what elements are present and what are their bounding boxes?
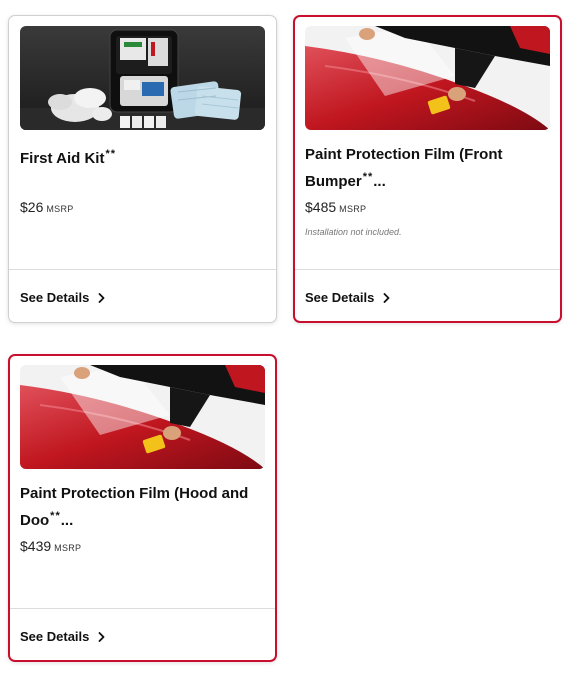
product-title-text: Paint Protection Film (Front xyxy=(305,146,503,163)
product-price: $439 MSRP xyxy=(20,538,81,554)
price-value: $485 xyxy=(305,199,337,215)
see-details-link[interactable]: See Details xyxy=(305,290,390,305)
product-image[interactable] xyxy=(305,26,550,130)
disclaimer-marks: ** xyxy=(362,171,374,183)
price-unit: MSRP xyxy=(46,204,74,214)
product-price: $485 MSRP xyxy=(305,199,366,215)
product-card-first-aid-kit[interactable]: First Aid Kit** $26 MSRP See Details xyxy=(8,15,277,323)
chevron-right-icon xyxy=(98,631,105,642)
product-card-paint-protection-front-bumper[interactable]: Paint Protection Film (Front Bumper**...… xyxy=(293,15,562,323)
disclaimer-marks: ** xyxy=(105,148,117,160)
price-unit: MSRP xyxy=(54,543,82,553)
title-ellipsis: ... xyxy=(373,173,386,190)
disclaimer-marks: ** xyxy=(50,510,61,522)
product-title-text-line2: Bumper xyxy=(305,173,362,190)
paint-protection-film-photo xyxy=(305,26,550,130)
first-aid-kit-photo xyxy=(20,26,265,130)
paint-protection-film-photo xyxy=(20,365,265,469)
price-value: $26 xyxy=(20,199,44,215)
product-title-text: First Aid Kit xyxy=(20,150,105,167)
product-price: $26 MSRP xyxy=(20,199,74,215)
chevron-right-icon xyxy=(383,292,390,303)
card-divider xyxy=(10,608,275,609)
product-title-text: Paint Protection Film (Hood and Doo xyxy=(20,485,249,529)
price-unit: MSRP xyxy=(339,204,367,214)
see-details-label: See Details xyxy=(305,290,375,305)
product-image[interactable] xyxy=(20,26,265,130)
installation-note: Installation not included. xyxy=(305,227,402,237)
product-title[interactable]: Paint Protection Film (Hood and Doo**... xyxy=(20,482,270,532)
title-ellipsis: ... xyxy=(60,512,74,529)
product-title[interactable]: Paint Protection Film (Front Bumper**... xyxy=(305,143,555,193)
product-card-paint-protection-hood-doors[interactable]: Paint Protection Film (Hood and Doo**...… xyxy=(8,354,277,662)
see-details-link[interactable]: See Details xyxy=(20,290,105,305)
see-details-label: See Details xyxy=(20,629,90,644)
product-title[interactable]: First Aid Kit** xyxy=(20,143,270,170)
card-divider xyxy=(295,269,560,270)
price-value: $439 xyxy=(20,538,52,554)
chevron-right-icon xyxy=(98,292,105,303)
see-details-label: See Details xyxy=(20,290,90,305)
see-details-link[interactable]: See Details xyxy=(20,629,105,644)
product-image[interactable] xyxy=(20,365,265,469)
card-divider xyxy=(9,269,276,270)
